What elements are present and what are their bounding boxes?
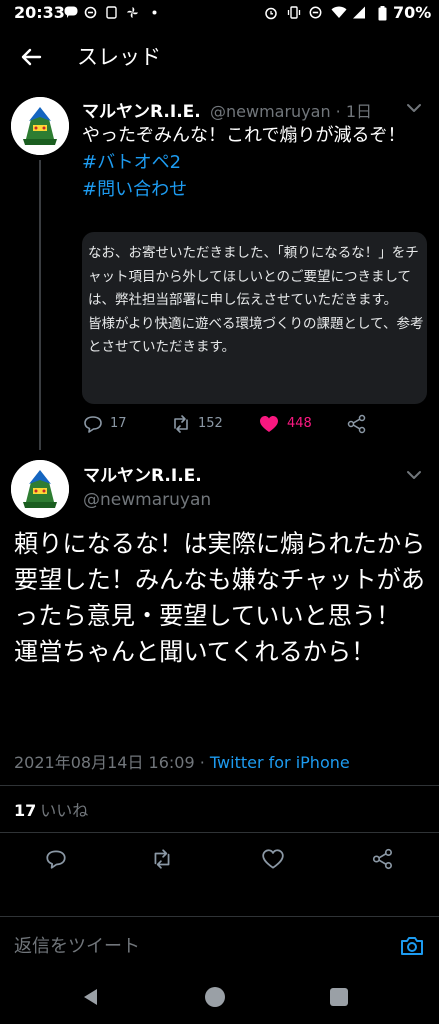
divider <box>0 916 439 917</box>
tweet-text: やったぞみんな！これで煽りが減るぞ！ #バトオペ2 #問い合わせ <box>82 122 422 203</box>
do-not-disturb-icon <box>309 6 322 19</box>
more-icon <box>407 471 421 479</box>
battery-icon <box>377 6 387 21</box>
more-options-button[interactable] <box>402 100 426 116</box>
battery-percentage: 70% <box>393 3 432 22</box>
tweet-text: 頼りになるな！は実際に煽られたから要望した！みんなも嫌なチャットがあったら意見・… <box>14 526 429 670</box>
share-icon <box>347 414 366 434</box>
signal-icon <box>352 6 365 19</box>
retweet-count: 152 <box>198 416 223 431</box>
tweet-body: やったぞみんな！これで煽りが減るぞ！ <box>82 125 406 146</box>
page-title: スレッド <box>77 45 161 69</box>
avatar[interactable] <box>11 97 69 155</box>
hashtag-link[interactable]: #バトオペ2 <box>82 149 422 176</box>
retweet-button[interactable] <box>150 847 174 871</box>
nav-recents-button[interactable] <box>330 988 348 1006</box>
image-text-content: なお、お寄せいただきました、「頼りになるな！」をチャット項目から外してほしいとの… <box>88 245 424 355</box>
reply-input[interactable]: 返信をツイート <box>14 932 140 958</box>
thread-line <box>39 160 41 450</box>
status-bar: 20:33 70% <box>0 0 439 28</box>
app-notification-icon <box>84 6 97 19</box>
hashtag-link[interactable]: #問い合わせ <box>82 176 422 203</box>
attached-image-text: なお、お寄せいただきました、「頼りになるな！」をチャット項目から外してほしいとの… <box>88 242 424 360</box>
divider <box>0 785 439 786</box>
avatar[interactable] <box>11 460 69 518</box>
timestamp-text: 2021年08月14日 16:09 · <box>14 753 210 772</box>
back-arrow-icon <box>21 48 42 66</box>
more-icon <box>407 104 421 112</box>
camera-icon <box>401 937 423 955</box>
wifi-icon <box>331 6 347 19</box>
nav-back-icon <box>84 989 97 1005</box>
back-button[interactable] <box>14 40 48 74</box>
pinwheel-icon <box>126 6 139 19</box>
like-count: 448 <box>287 416 312 431</box>
nav-home-button[interactable] <box>205 987 225 1007</box>
like-button[interactable] <box>261 847 285 871</box>
divider <box>0 832 439 833</box>
vibrate-icon <box>287 6 301 19</box>
more-options-button[interactable] <box>402 467 426 483</box>
app-notification-icon <box>105 6 118 19</box>
like-button[interactable] <box>258 413 280 435</box>
share-button[interactable] <box>371 847 395 871</box>
alarm-icon <box>264 6 277 20</box>
reply-button[interactable] <box>44 847 68 871</box>
dot-icon <box>148 6 161 19</box>
retweet-icon <box>154 849 170 869</box>
nav-back-button[interactable] <box>80 987 102 1007</box>
tweet-body: 頼りになるな！は実際に煽られたから要望した！みんなも嫌なチャットがあったら意見・… <box>14 530 426 666</box>
status-time: 20:33 <box>14 3 65 22</box>
likes-count: 17 <box>14 801 37 820</box>
heart-icon <box>260 416 278 432</box>
share-button[interactable] <box>346 413 368 435</box>
reply-icon <box>84 416 102 433</box>
retweet-button[interactable] <box>170 413 192 435</box>
camera-button[interactable] <box>398 932 426 960</box>
chat-icon <box>64 6 78 19</box>
author-name[interactable]: マルヤンR.I.E. <box>82 97 201 122</box>
tweet-timestamp: 2021年08月14日 16:09 · Twitter for iPhone <box>14 749 350 773</box>
reply-icon <box>46 850 66 869</box>
author-handle[interactable]: @newmaruyan <box>83 490 211 510</box>
likes-summary[interactable]: 17 いいね <box>14 797 88 821</box>
likes-label: いいね <box>40 801 89 820</box>
author-name[interactable]: マルヤンR.I.E. <box>83 461 202 486</box>
author-handle-time: @newmaruyan · 1日 <box>210 102 373 121</box>
source-link[interactable]: Twitter for iPhone <box>210 753 350 772</box>
heart-icon <box>262 849 284 869</box>
share-icon <box>372 848 392 870</box>
retweet-icon <box>174 415 188 433</box>
reply-button[interactable] <box>82 413 104 435</box>
reply-count: 17 <box>110 416 127 431</box>
